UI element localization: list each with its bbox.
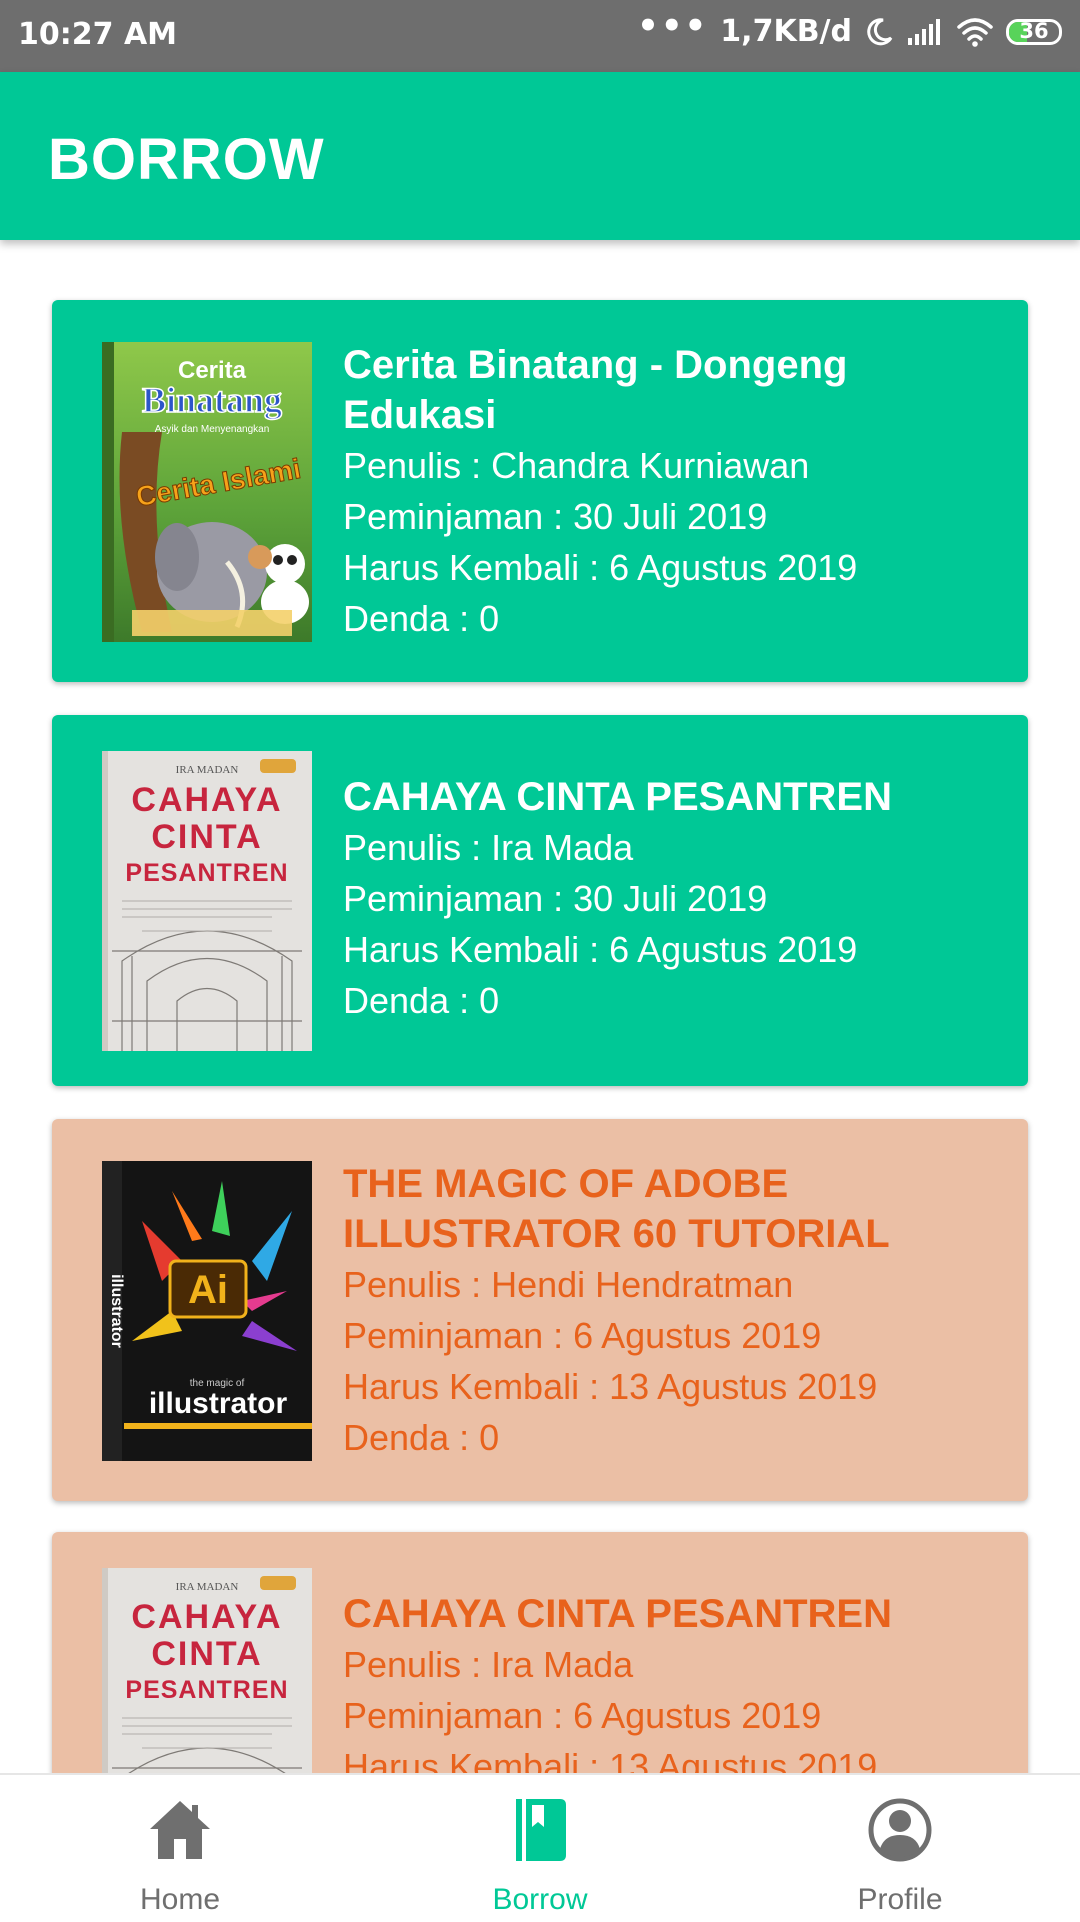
borrow-card[interactable]: Cerita Binatang Asyik dan Menyenangkan C… [52,300,1028,682]
borrow-date: Peminjaman : 6 Agustus 2019 [343,1695,822,1736]
book-author: Penulis : Ira Mada [343,827,634,868]
book-title: CAHAYA CINTA PESANTREN [343,775,892,819]
cover-text: IRA MADAN [176,764,239,776]
book-author: Penulis : Chandra Kurniawan [343,445,810,486]
cover-text: Binatang [142,380,282,420]
cover-text: CAHAYA [131,1598,282,1636]
fine-amount: Denda : 0 [343,598,500,639]
cover-text: CINTA [151,818,262,856]
borrow-date: Peminjaman : 30 Juli 2019 [343,878,768,919]
status-time: 10:27 AM [18,17,178,52]
signal-icon [908,18,940,45]
cover-text: CINTA [151,1635,262,1673]
cover-text: Asyik dan Menyenangkan [155,424,270,435]
wifi-icon [957,17,993,47]
due-date: Harus Kembali : 13 Agustus 2019 [343,1746,878,1773]
book-info: Cerita Binatang - Dongeng Edukasi Penuli… [343,340,988,644]
status-icons: ••• 1,7KB/d 36 [637,6,1062,49]
book-cover-image: Cerita Binatang Asyik dan Menyenangkan C… [102,342,312,642]
due-date: Harus Kembali : 13 Agustus 2019 [343,1366,878,1407]
cover-text: Ai [188,1268,228,1312]
book-author: Penulis : Hendi Hendratman [343,1264,794,1305]
book-title: CAHAYA CINTA PESANTREN [343,1592,892,1636]
cover-spine-text: illustrator [108,1274,125,1348]
book-author: Penulis : Ira Mada [343,1644,634,1685]
book-info: CAHAYA CINTA PESANTREN Penulis : Ira Mad… [343,1589,988,1773]
cover-text: CAHAYA [131,781,282,819]
book-info: CAHAYA CINTA PESANTREN Penulis : Ira Mad… [343,772,988,1026]
nav-item-borrow[interactable]: Borrow [360,1775,720,1922]
book-cover-image: IRA MADAN CAHAYA CINTA PESANTREN [102,1568,312,1773]
cover-text: illustrator [149,1387,288,1420]
moon-icon [867,17,893,45]
more-dots-icon: ••• [637,5,709,46]
book-icon [516,1799,566,1861]
status-bar: 10:27 AM ••• 1,7KB/d 36 [0,0,1080,72]
book-cover-image: Ai the magic of illustrator illustrator [102,1161,312,1461]
book-cover-image: IRA MADAN CAHAYA CINTA PESANTREN [102,751,312,1051]
cover-text: IRA MADAN [176,1581,239,1593]
fine-amount: Denda : 0 [343,1417,500,1458]
battery-percent: 36 [1019,18,1049,43]
nav-label: Borrow [492,1883,588,1916]
book-title: THE MAGIC OF ADOBE ILLUSTRATOR 60 TUTORI… [343,1162,890,1256]
fine-amount: Denda : 0 [343,980,500,1021]
due-date: Harus Kembali : 6 Agustus 2019 [343,547,858,588]
home-icon [150,1801,210,1859]
nav-label: Home [139,1883,221,1916]
app-bar: BORROW [0,72,1080,240]
due-date: Harus Kembali : 6 Agustus 2019 [343,929,858,970]
borrow-card[interactable]: IRA MADAN CAHAYA CINTA PESANTREN CAHAYA … [52,715,1028,1086]
book-info: THE MAGIC OF ADOBE ILLUSTRATOR 60 TUTORI… [343,1159,988,1463]
borrow-date: Peminjaman : 6 Agustus 2019 [343,1315,822,1356]
profile-icon [868,1798,932,1862]
borrow-list[interactable]: Cerita Binatang Asyik dan Menyenangkan C… [0,240,1080,1773]
nav-item-home[interactable]: Home [0,1775,360,1922]
book-title: Cerita Binatang - Dongeng Edukasi [343,343,848,437]
borrow-date: Peminjaman : 30 Juli 2019 [343,496,768,537]
cover-text: PESANTREN [125,859,288,887]
network-speed: 1,7KB/d [720,14,852,49]
nav-label: Profile [857,1883,943,1916]
battery-icon: 36 [1006,18,1062,45]
borrow-card[interactable]: Ai the magic of illustrator illustrator … [52,1119,1028,1501]
borrow-card[interactable]: IRA MADAN CAHAYA CINTA PESANTREN CAHAYA … [52,1532,1028,1773]
bottom-navigation: Home Borrow Profile [0,1773,1080,1922]
cover-text: PESANTREN [125,1676,288,1704]
nav-item-profile[interactable]: Profile [720,1775,1080,1922]
page-title: BORROW [48,127,325,192]
